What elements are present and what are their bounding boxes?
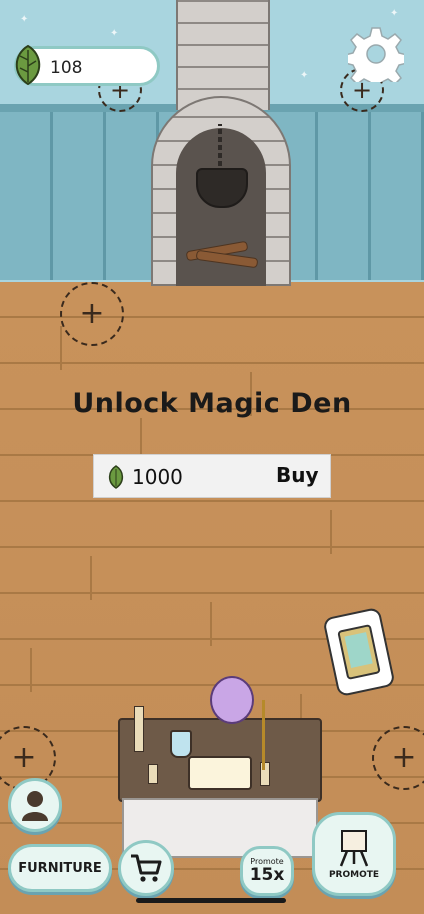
floor-seam — [330, 510, 332, 554]
leaf-count: 108 — [50, 58, 83, 78]
sparkle-icon: ✦ — [20, 14, 29, 25]
gear-icon[interactable] — [348, 26, 404, 82]
shop-cart-button[interactable] — [118, 840, 174, 896]
candle-icon — [134, 706, 144, 752]
furniture-label: FURNITURE — [18, 860, 102, 876]
home-indicator — [136, 898, 286, 903]
plus-icon: + — [391, 740, 417, 775]
sparkle-icon: ✦ — [390, 8, 399, 19]
unlock-title: Unlock Magic Den — [72, 388, 352, 419]
floor-seam — [90, 556, 92, 600]
easel-icon — [339, 830, 369, 867]
spell-book-icon — [188, 756, 252, 790]
buy-label[interactable]: Buy — [276, 463, 319, 487]
promote-multiplier-button[interactable]: Promote 15x — [240, 846, 294, 896]
profile-button[interactable] — [8, 778, 62, 832]
placement-spot[interactable]: + — [60, 282, 124, 346]
firewood-logs — [184, 240, 259, 269]
floor-seam — [210, 602, 212, 646]
potion-bottle-icon — [170, 730, 192, 758]
leaf-icon — [108, 465, 124, 489]
promote-label: PROMOTE — [328, 870, 380, 880]
unlock-cost: 1000 — [132, 465, 183, 489]
plus-icon: + — [11, 740, 37, 775]
promote-button[interactable]: PROMOTE — [312, 812, 396, 896]
floor-seam — [60, 326, 62, 370]
cart-icon — [131, 854, 162, 882]
sparkle-icon: ✦ — [110, 28, 119, 39]
chimney — [176, 0, 270, 110]
plus-icon: + — [79, 296, 105, 331]
candle-icon — [148, 764, 158, 784]
potion-flask-icon — [210, 676, 254, 724]
sparkle-icon: ✦ — [300, 70, 309, 81]
leaf-icon — [15, 44, 41, 86]
brass-scale-icon — [262, 700, 309, 770]
cauldron-chain — [218, 124, 222, 166]
person-icon — [22, 791, 48, 821]
furniture-button[interactable]: FURNITURE — [8, 844, 112, 892]
floor-seam — [30, 648, 32, 692]
promote-multiplier: 15x — [249, 865, 285, 886]
